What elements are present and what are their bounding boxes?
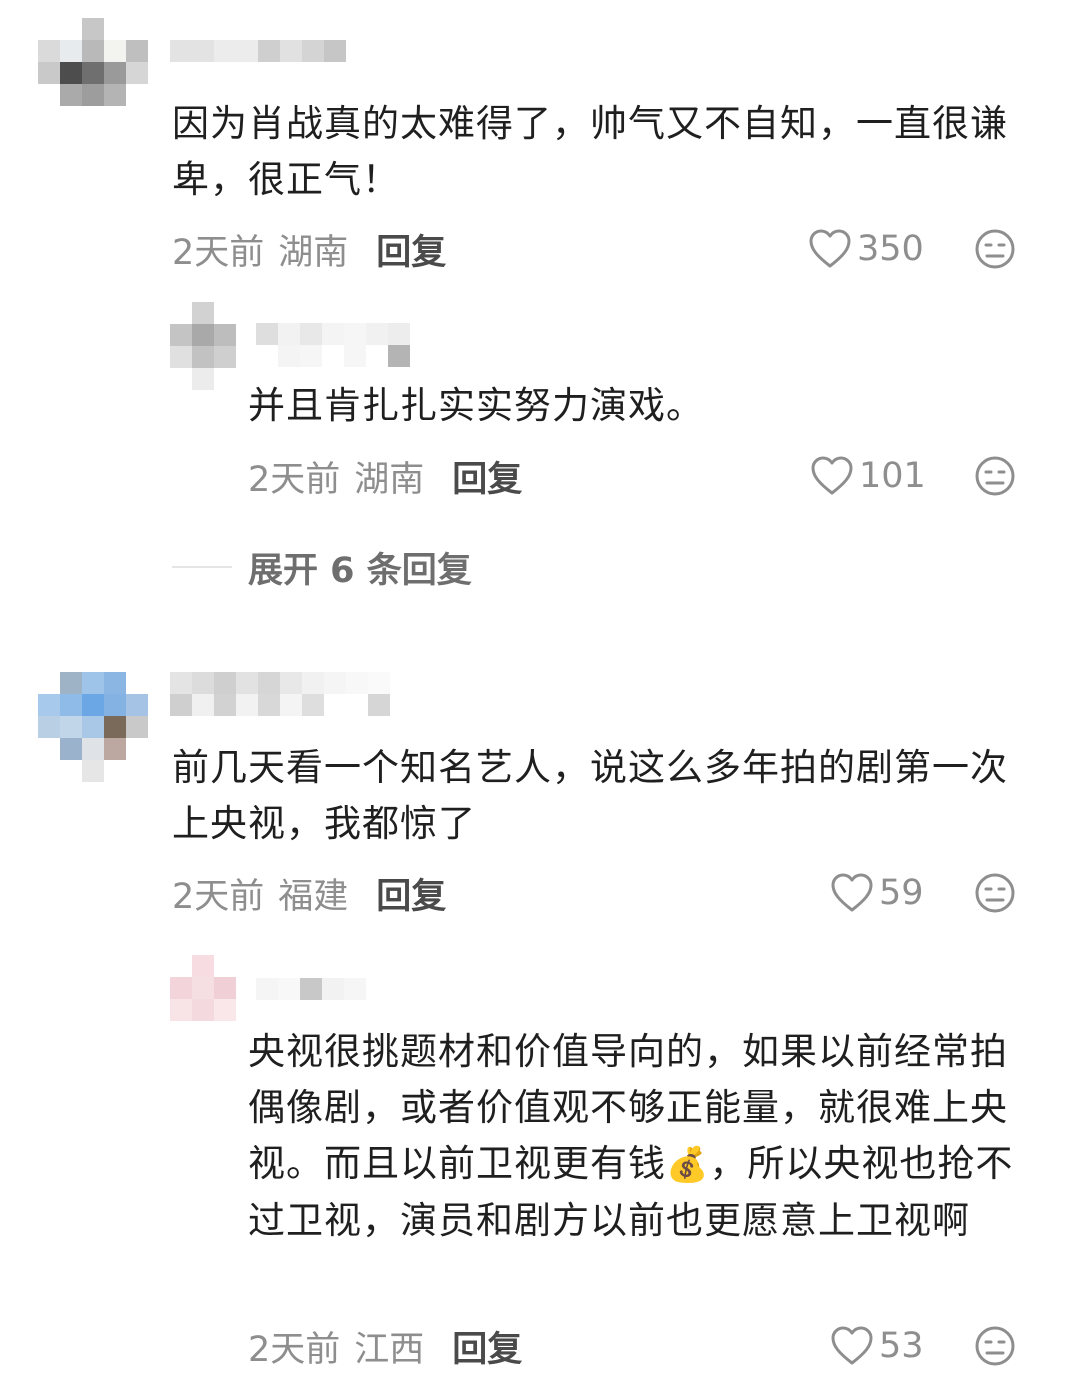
comment-meta: 2天前 福建 回复 <box>172 869 446 917</box>
like-count: 350 <box>857 229 924 269</box>
comment-text: 并且肯扎扎实实努力演戏。 <box>248 384 704 427</box>
comment-location: 湖南 <box>278 232 349 273</box>
avatar[interactable] <box>38 18 148 128</box>
comment-text: 央视很挑题材和价值导向的，如果以前经常拍偶像剧，或者价值观不够正能量，就很难上央… <box>248 1024 1028 1249</box>
username-blurred <box>256 345 410 367</box>
comment-meta: 2天前 湖南 回复 <box>172 225 446 273</box>
comment-time: 2天前 <box>248 459 341 500</box>
dislike-face-icon[interactable] <box>974 228 1016 270</box>
comment-location: 湖南 <box>354 459 425 500</box>
dislike-face-icon[interactable] <box>974 455 1016 497</box>
like-count: 53 <box>879 1326 924 1366</box>
expand-replies-button[interactable]: 展开 6 条回复 <box>172 543 472 591</box>
comment-time: 2天前 <box>248 1329 341 1370</box>
comment-list: 因为肖战真的太难得了，帅气又不自知，一直很谦卑，很正气！ 2天前 湖南 回复 3… <box>0 0 1080 1389</box>
reply-button[interactable]: 回复 <box>376 868 446 919</box>
username-blurred[interactable] <box>256 323 410 345</box>
like-button[interactable]: 59 <box>829 869 924 917</box>
like-button[interactable]: 101 <box>809 452 926 500</box>
like-button[interactable]: 53 <box>829 1322 924 1370</box>
like-count: 101 <box>859 456 926 496</box>
dislike-face-icon[interactable] <box>974 1325 1016 1367</box>
comment-location: 福建 <box>278 876 349 917</box>
reply-button[interactable]: 回复 <box>376 224 446 275</box>
heart-outline-icon <box>809 229 851 268</box>
comment-text: 因为肖战真的太难得了，帅气又不自知，一直很谦卑，很正气！ <box>172 102 1008 201</box>
heart-outline-icon <box>831 873 873 912</box>
comment-text: 前几天看一个知名艺人，说这么多年拍的剧第一次上央视，我都惊了 <box>172 746 1008 845</box>
comment-time: 2天前 <box>172 232 265 273</box>
comment-meta: 2天前 湖南 回复 <box>248 452 522 500</box>
username-blurred[interactable] <box>170 672 390 694</box>
avatar[interactable] <box>170 302 236 390</box>
heart-outline-icon <box>811 456 853 495</box>
heart-outline-icon <box>831 1326 873 1365</box>
like-count: 59 <box>879 873 924 913</box>
comment-time: 2天前 <box>172 876 265 917</box>
money-bag-emoji: 💰 <box>666 1145 710 1185</box>
avatar[interactable] <box>170 955 236 1043</box>
reply-button[interactable]: 回复 <box>452 451 522 502</box>
reply-button[interactable]: 回复 <box>452 1321 522 1372</box>
avatar[interactable] <box>38 672 148 782</box>
expand-replies-label: 展开 6 条回复 <box>248 550 472 591</box>
comment-meta: 2天前 江西 回复 <box>248 1322 522 1370</box>
username-blurred[interactable] <box>256 978 366 1000</box>
username-blurred[interactable] <box>170 40 346 62</box>
divider <box>172 566 232 568</box>
username-blurred <box>170 694 390 716</box>
comment-location: 江西 <box>354 1329 425 1370</box>
dislike-face-icon[interactable] <box>974 872 1016 914</box>
like-button[interactable]: 350 <box>807 225 924 273</box>
